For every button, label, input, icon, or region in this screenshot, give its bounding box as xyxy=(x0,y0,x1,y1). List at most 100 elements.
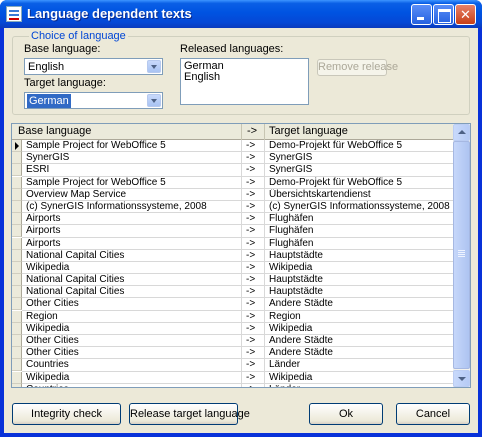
translation-grid[interactable]: Base language -> Target language Sample … xyxy=(11,123,471,388)
close-button[interactable]: ✕ xyxy=(455,4,476,25)
cell-arrow[interactable]: -> xyxy=(242,152,265,165)
row-header[interactable] xyxy=(12,249,22,262)
cell-base-text[interactable]: (c) SynerGIS Informationssysteme, 2008 xyxy=(22,200,242,214)
cell-arrow[interactable]: -> xyxy=(242,298,265,311)
cell-arrow[interactable]: -> xyxy=(242,237,265,250)
cell-target-text[interactable]: Demo-Projekt für WebOffice 5 xyxy=(265,140,454,153)
table-row[interactable]: National Capital Cities -> Hauptstädte xyxy=(12,274,454,287)
cell-target-text[interactable]: SynerGIS xyxy=(265,152,454,165)
row-header[interactable] xyxy=(12,237,22,250)
row-header[interactable] xyxy=(12,335,22,347)
row-header[interactable] xyxy=(12,310,22,323)
chevron-down-icon[interactable] xyxy=(147,94,161,107)
cell-target-text[interactable]: Wikipedia xyxy=(265,371,454,384)
scroll-up-icon[interactable] xyxy=(453,124,470,141)
list-item[interactable]: English xyxy=(181,72,308,83)
cell-target-text[interactable]: SynerGIS xyxy=(265,164,454,177)
cell-arrow[interactable]: -> xyxy=(242,310,265,323)
cell-arrow[interactable]: -> xyxy=(242,322,265,335)
cell-target-text[interactable]: Andere Städte xyxy=(265,335,454,348)
table-row[interactable]: National Capital Cities -> Hauptstädte xyxy=(12,286,454,299)
target-language-select[interactable]: German xyxy=(24,92,163,109)
column-header-arrow[interactable]: -> xyxy=(242,124,265,140)
table-row[interactable]: Countries->Länder xyxy=(12,359,454,372)
cell-target-text[interactable]: Region xyxy=(265,310,454,323)
column-header-base[interactable]: Base language xyxy=(12,124,242,140)
cell-arrow[interactable]: -> xyxy=(242,335,265,348)
table-row[interactable]: Other Cities -> Andere Städte xyxy=(12,335,454,348)
row-header[interactable] xyxy=(12,261,22,274)
row-header[interactable] xyxy=(12,347,22,360)
cell-arrow[interactable]: -> xyxy=(242,140,265,153)
table-row[interactable]: Wikipedia -> Wikipedia xyxy=(12,322,454,335)
column-header-target[interactable]: Target language xyxy=(265,124,454,140)
table-row[interactable]: Region -> Region xyxy=(12,310,454,323)
row-header[interactable] xyxy=(12,274,22,287)
cell-base-text[interactable]: Wikipedia xyxy=(22,371,242,384)
cell-base-text[interactable]: Wikipedia xyxy=(22,261,242,275)
minimize-button[interactable] xyxy=(411,4,432,25)
cell-target-text[interactable]: Übersichtskartendienst xyxy=(265,188,454,201)
chevron-down-icon[interactable] xyxy=(147,60,161,73)
cell-target-text[interactable]: Länder xyxy=(265,359,454,372)
row-header[interactable] xyxy=(12,371,22,384)
cell-arrow[interactable]: -> xyxy=(242,249,265,262)
cell-target-text[interactable]: Flughäfen xyxy=(265,225,454,238)
table-row[interactable]: Other Cities -> Andere Städte xyxy=(12,298,454,311)
cell-arrow[interactable]: -> xyxy=(242,383,265,387)
row-header[interactable] xyxy=(12,359,22,372)
table-row[interactable]: Airports -> Flughäfen xyxy=(12,213,454,226)
table-row[interactable]: Sample Project for WebOffice 5 -> Demo-Pro… xyxy=(12,140,454,153)
remove-release-button[interactable]: Remove release xyxy=(317,59,398,76)
cell-base-text[interactable]: ESRI xyxy=(22,164,242,177)
cell-target-text[interactable]: Hauptstädte xyxy=(265,286,454,299)
table-row[interactable]: Other Cities -> Andere Städte xyxy=(12,347,454,360)
cell-target-text[interactable]: Wikipedia xyxy=(265,261,454,275)
cell-arrow[interactable]: -> xyxy=(242,200,265,214)
table-row[interactable]: Wikipedia -> Wikipedia xyxy=(12,371,454,384)
table-row[interactable]: Overview Map Service -> Übersichtskartendi… xyxy=(12,188,454,201)
cell-base-text[interactable]: Region xyxy=(22,310,242,323)
cell-base-text[interactable]: Sample Project for WebOffice 5 xyxy=(22,140,242,153)
cell-arrow[interactable]: -> xyxy=(242,225,265,238)
row-header[interactable] xyxy=(12,200,22,213)
cell-base-text[interactable]: SynerGIS xyxy=(22,152,242,165)
cell-base-text[interactable]: National Capital Cities xyxy=(22,274,242,287)
cell-target-text[interactable]: (c) SynerGIS Informationssysteme, 2008 xyxy=(265,200,454,214)
cell-arrow[interactable]: -> xyxy=(242,274,265,287)
cell-target-text[interactable]: Wikipedia xyxy=(265,322,454,335)
cell-arrow[interactable]: -> xyxy=(242,213,265,226)
row-header[interactable] xyxy=(12,188,22,201)
row-header[interactable] xyxy=(12,298,22,311)
row-header[interactable] xyxy=(12,176,22,189)
cell-arrow[interactable]: -> xyxy=(242,176,265,189)
table-row[interactable]: ESRI -> SynerGIS xyxy=(12,164,454,177)
cell-target-text[interactable]: Demo-Projekt für WebOffice 5 xyxy=(265,176,454,189)
title-bar[interactable]: Language dependent texts ✕ xyxy=(0,0,482,28)
cell-target-text[interactable]: Länder xyxy=(265,383,454,387)
cell-base-text[interactable]: Other Cities xyxy=(22,335,242,348)
table-row[interactable]: (c) SynerGIS Informationssysteme, 2008 ->… xyxy=(12,200,454,214)
cell-target-text[interactable]: Flughäfen xyxy=(265,213,454,226)
current-row-indicator-icon[interactable] xyxy=(12,140,22,152)
base-language-select[interactable]: English xyxy=(24,58,163,75)
cell-base-text[interactable]: Countries xyxy=(22,383,242,387)
table-row[interactable]: Countries->Länder xyxy=(12,383,454,387)
released-languages-list[interactable]: German English xyxy=(180,58,309,105)
cell-arrow[interactable]: -> xyxy=(242,188,265,201)
table-row[interactable]: National Capital Cities -> Hauptstädte xyxy=(12,249,454,262)
cell-base-text[interactable]: Other Cities xyxy=(22,347,242,360)
scroll-thumb[interactable] xyxy=(453,141,470,369)
table-row[interactable]: Airports -> Flughäfen xyxy=(12,237,454,250)
table-row[interactable]: Airports -> Flughäfen xyxy=(12,225,454,238)
row-header[interactable] xyxy=(12,152,22,165)
cell-target-text[interactable]: Hauptstädte xyxy=(265,274,454,287)
cell-base-text[interactable]: Other Cities xyxy=(22,298,242,311)
cell-arrow[interactable]: -> xyxy=(242,261,265,275)
cell-base-text[interactable]: Wikipedia xyxy=(22,322,242,335)
cell-target-text[interactable]: Andere Städte xyxy=(265,347,454,360)
cell-arrow[interactable]: -> xyxy=(242,371,265,384)
row-header[interactable] xyxy=(12,322,22,335)
row-header[interactable] xyxy=(12,383,22,387)
table-row[interactable]: Sample Project for WebOffice 5 -> Demo-Pro… xyxy=(12,176,454,189)
